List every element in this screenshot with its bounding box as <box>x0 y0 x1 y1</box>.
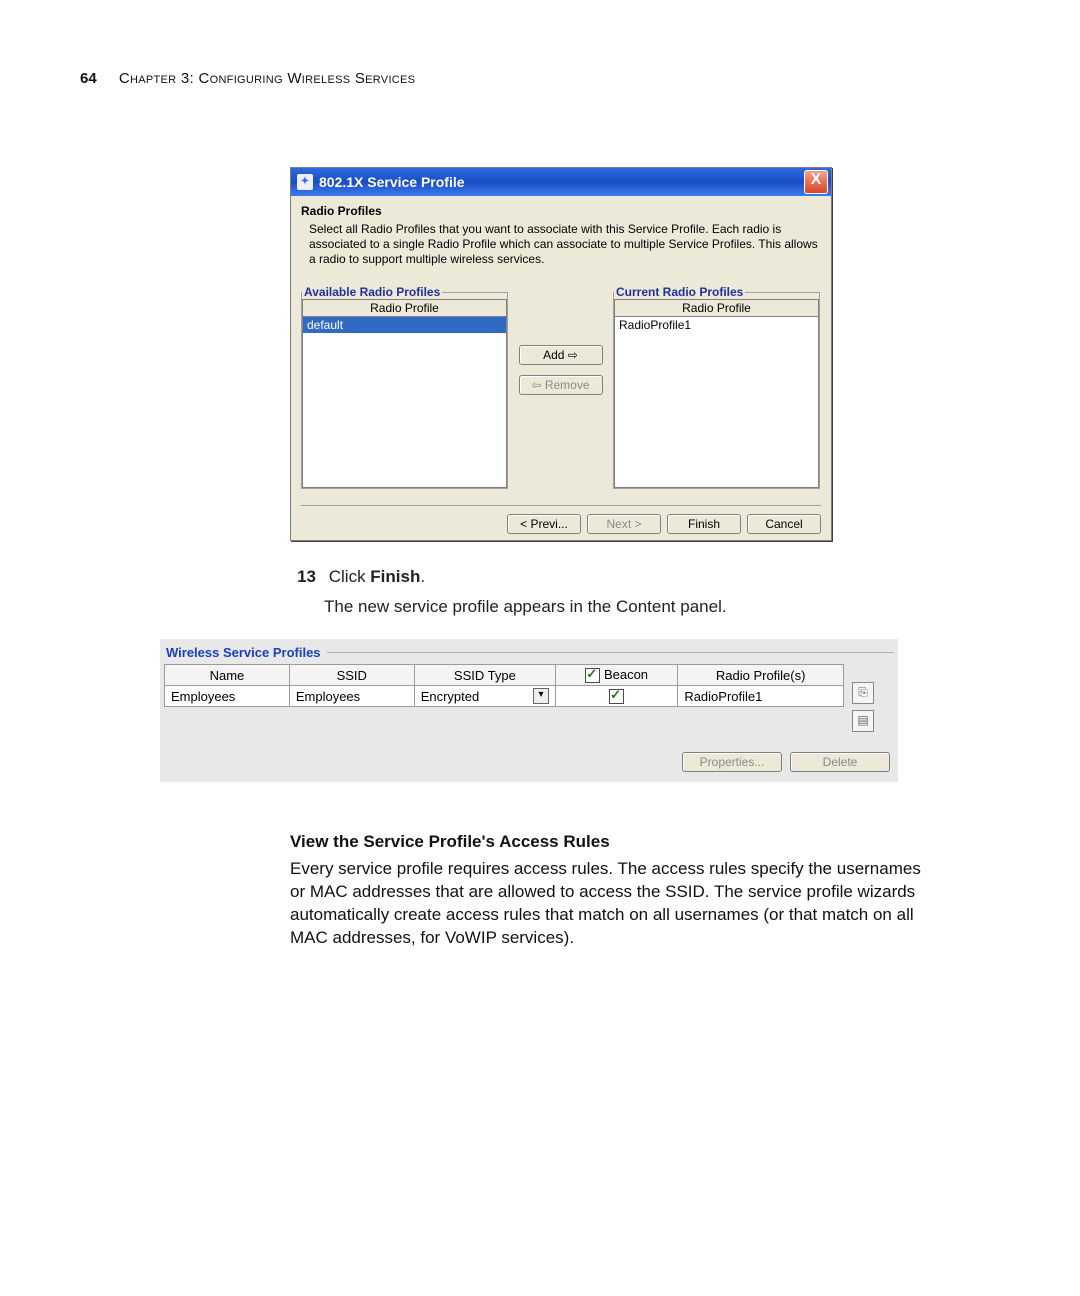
col-ssid: SSID <box>289 665 414 686</box>
paste-icon[interactable]: ▤ <box>852 710 874 732</box>
transfer-buttons: Add ⇨ ⇦ Remove <box>518 345 603 395</box>
col-beacon-label: Beacon <box>604 667 648 682</box>
properties-button: Properties... <box>682 752 782 772</box>
wsp-header-row: Name SSID SSID Type Beacon Radio Profile… <box>165 665 844 686</box>
page-number: 64 <box>80 70 97 87</box>
app-icon: ✦ <box>297 174 313 190</box>
cell-ssid-type[interactable]: Encrypted ▾ <box>414 686 555 707</box>
wsp-footer: Properties... Delete <box>164 752 894 772</box>
col-radio: Radio Profile(s) <box>678 665 844 686</box>
page: 64 Chapter 3: Configuring Wireless Servi… <box>0 0 1080 1010</box>
beacon-checkbox-icon[interactable] <box>609 689 624 704</box>
radio-profiles-description: Select all Radio Profiles that you want … <box>309 222 821 267</box>
close-button[interactable]: X <box>804 170 828 194</box>
list-item[interactable]: RadioProfile1 <box>615 317 818 333</box>
cell-name: Employees <box>165 686 290 707</box>
available-legend: Available Radio Profiles <box>302 285 442 299</box>
current-listbox[interactable]: RadioProfile1 <box>614 317 819 488</box>
finish-button[interactable]: Finish <box>667 514 741 534</box>
step-text-suffix: . <box>420 567 425 586</box>
available-profiles-group: Available Radio Profiles Radio Profile d… <box>301 285 508 489</box>
dialog-titlebar: ✦ 802.1X Service Profile X <box>291 168 831 196</box>
prev-button[interactable]: < Previ... <box>507 514 581 534</box>
col-beacon: Beacon <box>556 665 678 686</box>
col-ssid-type: SSID Type <box>414 665 555 686</box>
cell-radio: RadioProfile1 <box>678 686 844 707</box>
service-profile-dialog: ✦ 802.1X Service Profile X Radio Profile… <box>290 167 832 541</box>
current-header: Radio Profile <box>614 299 819 317</box>
side-toolbar: ⎘ ▤ <box>850 682 876 732</box>
profiles-row: Available Radio Profiles Radio Profile d… <box>301 285 821 489</box>
wsp-legend-text: Wireless Service Profiles <box>166 645 321 660</box>
available-listbox[interactable]: default <box>302 317 507 488</box>
list-item[interactable]: default <box>303 317 506 333</box>
page-header: 64 Chapter 3: Configuring Wireless Servi… <box>80 70 985 87</box>
add-button[interactable]: Add ⇨ <box>519 345 603 365</box>
dialog-footer: < Previ... Next > Finish Cancel <box>301 505 821 534</box>
chevron-down-icon[interactable]: ▾ <box>533 688 549 704</box>
available-header: Radio Profile <box>302 299 507 317</box>
step-number: 13 <box>290 567 316 587</box>
step-line: 13 Click Finish. <box>290 567 985 587</box>
radio-profiles-heading: Radio Profiles <box>301 204 821 218</box>
cell-beacon[interactable] <box>556 686 678 707</box>
dialog-title: 802.1X Service Profile <box>319 174 804 190</box>
step-text-bold: Finish <box>370 567 420 586</box>
beacon-header-checkbox-icon <box>585 668 600 683</box>
wsp-legend: Wireless Service Profiles <box>166 645 894 660</box>
section-paragraph: Every service profile requires access ru… <box>290 858 940 950</box>
wsp-table: Name SSID SSID Type Beacon Radio Profile… <box>164 664 844 707</box>
current-legend: Current Radio Profiles <box>614 285 745 299</box>
access-rules-section: View the Service Profile's Access Rules … <box>290 832 940 950</box>
copy-icon[interactable]: ⎘ <box>852 682 874 704</box>
remove-button: ⇦ Remove <box>519 375 603 395</box>
delete-button: Delete <box>790 752 890 772</box>
step-block: 13 Click Finish. The new service profile… <box>290 567 985 617</box>
section-title: View the Service Profile's Access Rules <box>290 832 940 852</box>
cell-ssid: Employees <box>289 686 414 707</box>
cancel-button[interactable]: Cancel <box>747 514 821 534</box>
wireless-service-profiles-panel: Wireless Service Profiles Name SSID SSID… <box>160 639 898 782</box>
dialog-body: Radio Profiles Select all Radio Profiles… <box>291 196 831 540</box>
step-followup: The new service profile appears in the C… <box>324 597 985 617</box>
chapter-label: Chapter 3: Configuring Wireless Services <box>119 70 415 87</box>
col-name: Name <box>165 665 290 686</box>
step-text-prefix: Click <box>329 567 371 586</box>
table-row[interactable]: Employees Employees Encrypted ▾ RadioPro… <box>165 686 844 707</box>
ssid-type-value: Encrypted <box>421 689 480 704</box>
current-profiles-group: Current Radio Profiles Radio Profile Rad… <box>613 285 820 489</box>
next-button: Next > <box>587 514 661 534</box>
